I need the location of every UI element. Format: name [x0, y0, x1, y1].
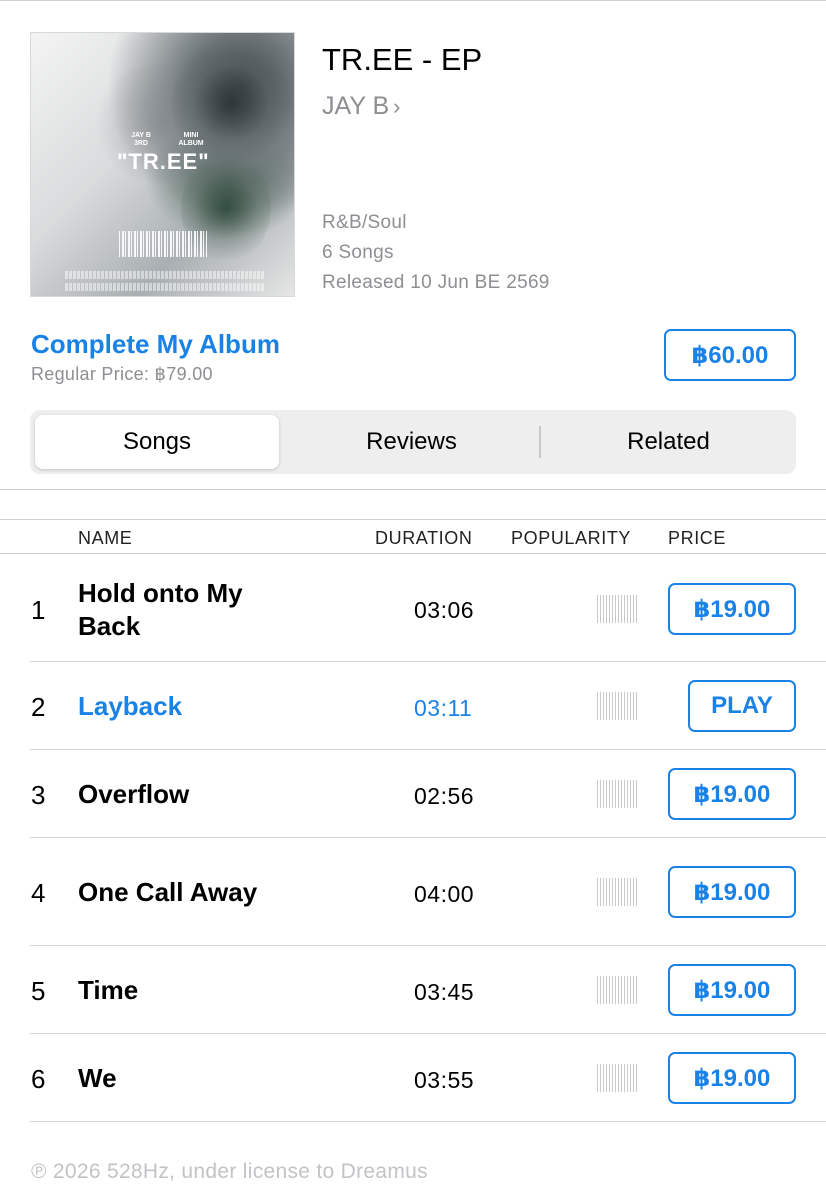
cover-title-text: "TR.EE": [117, 149, 210, 174]
album-song-count: 6 Songs: [322, 242, 394, 263]
cover-barcode: [119, 231, 207, 257]
track-number: 2: [31, 692, 46, 722]
track-name[interactable]: Hold onto My Back: [78, 577, 308, 643]
album-price-button[interactable]: ฿60.00: [664, 329, 796, 381]
column-header-name[interactable]: NAME: [78, 528, 132, 549]
tab-bar: Songs Reviews Related: [30, 410, 796, 474]
artist-link[interactable]: JAY B ›: [322, 92, 401, 121]
popularity-bar: [597, 1064, 639, 1092]
row-divider: [30, 837, 826, 838]
artist-name: JAY B: [322, 92, 390, 120]
section-divider: [0, 489, 826, 490]
section-divider: [0, 519, 826, 520]
track-number: 3: [31, 780, 46, 810]
top-divider: [0, 0, 826, 1]
track-number: 5: [31, 976, 46, 1006]
play-button[interactable]: PLAY: [688, 680, 796, 732]
popularity-bar: [597, 692, 639, 720]
row-divider: [30, 1121, 826, 1122]
popularity-bar: [597, 595, 639, 623]
tab-reviews[interactable]: Reviews: [284, 410, 539, 474]
track-duration: 02:56: [414, 783, 475, 809]
track-name[interactable]: Overflow: [78, 778, 189, 811]
track-number: 1: [31, 595, 46, 625]
track-name[interactable]: Layback: [78, 690, 182, 723]
buy-song-button[interactable]: ฿19.00: [668, 964, 796, 1016]
column-header-price[interactable]: PRICE: [668, 528, 726, 549]
track-duration: 03:06: [414, 597, 475, 623]
regular-price: Regular Price: ฿79.00: [31, 364, 213, 384]
album-release-date: Released 10 Jun BE 2569: [322, 272, 550, 293]
album-genre: R&B/Soul: [322, 212, 407, 233]
popularity-bar: [597, 976, 639, 1004]
row-divider: [30, 945, 826, 946]
table-header-divider: [0, 553, 826, 554]
track-name[interactable]: One Call Away: [78, 876, 257, 909]
row-divider: [30, 661, 826, 662]
tab-songs[interactable]: Songs: [35, 410, 279, 474]
track-name[interactable]: Time: [78, 974, 138, 1007]
chevron-right-icon: ›: [393, 94, 401, 119]
track-number: 6: [31, 1064, 46, 1094]
tab-related[interactable]: Related: [541, 410, 796, 474]
cover-fineprint: [65, 283, 265, 291]
popularity-bar: [597, 780, 639, 808]
buy-song-button[interactable]: ฿19.00: [668, 768, 796, 820]
cover-type-text: MINI ALBUM: [178, 132, 204, 147]
column-header-popularity[interactable]: POPULARITY: [511, 528, 631, 549]
row-divider: [30, 749, 826, 750]
buy-song-button[interactable]: ฿19.00: [668, 866, 796, 918]
column-header-duration[interactable]: DURATION: [375, 528, 472, 549]
track-name[interactable]: We: [78, 1062, 117, 1095]
cover-fineprint: [65, 271, 265, 279]
buy-song-button[interactable]: ฿19.00: [668, 1052, 796, 1104]
popularity-bar: [597, 878, 639, 906]
track-duration: 03:45: [414, 979, 475, 1005]
track-duration: 03:11: [414, 695, 473, 721]
row-divider: [30, 1033, 826, 1034]
album-title: TR.EE - EP: [322, 42, 483, 77]
complete-my-album-label[interactable]: Complete My Album: [31, 329, 280, 360]
track-duration: 04:00: [414, 881, 475, 907]
buy-song-button[interactable]: ฿19.00: [668, 583, 796, 635]
album-cover[interactable]: JAY B 3RD MINI ALBUM "TR.EE": [30, 32, 295, 297]
cover-artist-text: JAY B 3RD: [131, 132, 151, 147]
track-number: 4: [31, 878, 46, 908]
copyright-footer: ℗ 2026 528Hz, under license to Dreamus: [31, 1160, 428, 1183]
track-duration: 03:55: [414, 1067, 475, 1093]
